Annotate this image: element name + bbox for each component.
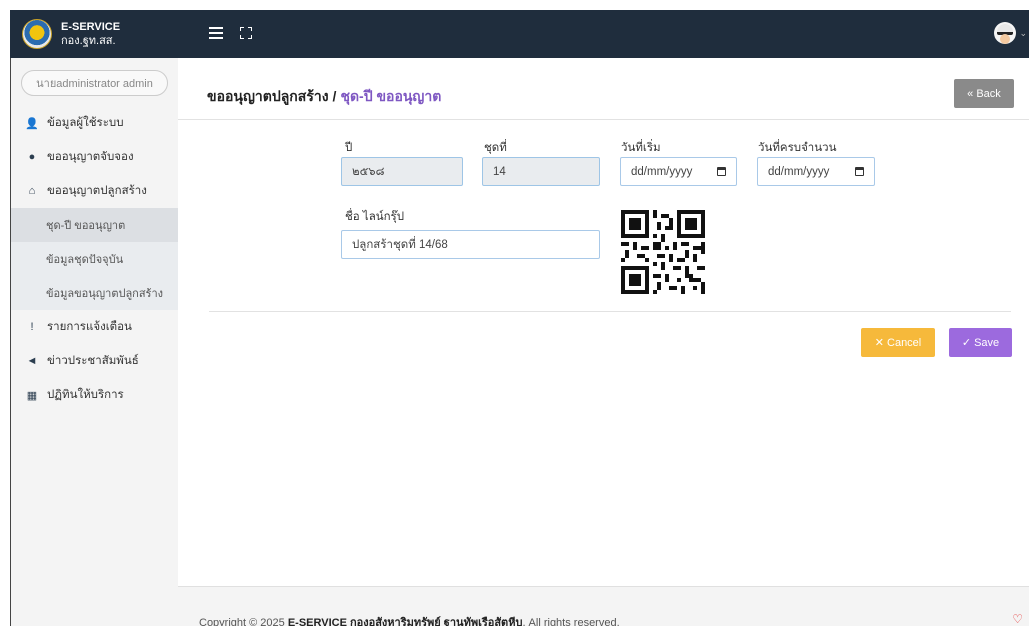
calendar-icon: ▦ bbox=[26, 389, 38, 402]
page-header: ขออนุญาตปลูกสร้าง / ชุด-ปี ขออนุญาต « Back bbox=[178, 58, 1029, 120]
calendar-icon[interactable] bbox=[717, 167, 726, 176]
line-group-input[interactable]: ปลูกสร้าชุดที่ 14/68 bbox=[341, 230, 600, 259]
cancel-button[interactable]: ✕ Cancel bbox=[861, 328, 935, 357]
footer-brand: E-SERVICE กองอสังหาริมทรัพย์ ฐานทัพเรือส… bbox=[287, 617, 523, 626]
line-group-label: ชื่อ ไลน์กรุ๊ป bbox=[345, 211, 405, 223]
breadcrumb-current: ชุด-ปี ขออนุญาต bbox=[340, 88, 442, 104]
brand[interactable]: E-SERVICE กอง.ฐท.สส. bbox=[10, 10, 178, 58]
breadcrumb-parent: ขออนุญาตปลูกสร้าง bbox=[207, 88, 329, 104]
sidebar: นายadministrator admin 👤 ข้อมูลผู้ใช้ระบ… bbox=[10, 58, 178, 626]
sidebar-item-user-info[interactable]: 👤 ข้อมูลผู้ใช้ระบบ bbox=[11, 106, 178, 140]
set-number-label: ชุดที่ bbox=[484, 142, 507, 154]
heart-icon: ♡ bbox=[1012, 612, 1023, 626]
hamburger-menu-icon[interactable] bbox=[209, 27, 223, 39]
sidebar-item-label: รายการแจ้งเตือน bbox=[47, 321, 132, 333]
bullhorn-icon: ◄ bbox=[26, 355, 38, 367]
sidebar-subitem-set-year[interactable]: ชุด-ปี ขออนุญาต bbox=[11, 208, 178, 242]
end-date-input[interactable]: dd/mm/yyyy bbox=[757, 157, 875, 186]
footer: Copyright © 2025 E-SERVICE กองอสังหาริมท… bbox=[178, 586, 1029, 626]
calendar-icon[interactable] bbox=[855, 167, 864, 176]
map-marker-icon: ● bbox=[28, 151, 36, 163]
sidebar-item-label: ขออนุญาตจับจอง bbox=[47, 151, 134, 163]
year-field[interactable]: ๒๕๖๘ bbox=[341, 157, 463, 186]
sidebar-item-construction[interactable]: ⌂ ขออนุญาตปลูกสร้าง bbox=[11, 174, 178, 208]
page-title: ขออนุญาตปลูกสร้าง / ชุด-ปี ขออนุญาต bbox=[207, 86, 441, 108]
brand-subtitle: กอง.ฐท.สส. bbox=[61, 35, 116, 47]
year-label: ปี bbox=[345, 142, 353, 154]
chevron-down-icon: ⌄ bbox=[1019, 27, 1027, 38]
user-menu[interactable]: ⌄ bbox=[994, 22, 1027, 44]
exclamation-circle-icon: ! bbox=[30, 321, 34, 333]
sidebar-subitem-current-set[interactable]: ข้อมูลชุดปัจจุบัน bbox=[11, 242, 178, 276]
sidebar-subitem-construction-data[interactable]: ข้อมูลขอนุญาตปลูกสร้าง bbox=[11, 276, 178, 310]
brand-logo bbox=[22, 19, 52, 49]
sidebar-submenu: ชุด-ปี ขออนุญาต ข้อมูลชุดปัจจุบัน ข้อมูล… bbox=[11, 208, 178, 310]
sidebar-item-label: ปฏิทินให้บริการ bbox=[47, 389, 124, 401]
save-button[interactable]: ✓ Save bbox=[949, 328, 1012, 357]
end-date-placeholder: dd/mm/yyyy bbox=[768, 165, 830, 178]
main-content: ขออนุญาตปลูกสร้าง / ชุด-ปี ขออนุญาต « Back… bbox=[178, 58, 1029, 626]
breadcrumb-separator: / bbox=[332, 88, 337, 104]
sidebar-item-label: ข่าวประชาสัมพันธ์ bbox=[47, 355, 139, 367]
form-divider bbox=[209, 311, 1011, 312]
end-date-label: วันที่ครบจำนวน bbox=[758, 142, 837, 154]
user-avatar-icon bbox=[994, 22, 1017, 44]
qr-code-image bbox=[621, 210, 705, 294]
start-date-placeholder: dd/mm/yyyy bbox=[631, 165, 693, 178]
top-navbar: E-SERVICE กอง.ฐท.สส. ⌄ bbox=[10, 10, 1029, 58]
footer-copyright: Copyright © 2025 E-SERVICE กองอสังหาริมท… bbox=[199, 613, 620, 626]
sidebar-item-label: ข้อมูลผู้ใช้ระบบ bbox=[47, 117, 124, 129]
user-name-badge[interactable]: นายadministrator admin bbox=[21, 70, 168, 96]
sidebar-item-notifications[interactable]: ! รายการแจ้งเตือน bbox=[11, 310, 178, 344]
home-icon: ⌂ bbox=[28, 185, 36, 197]
sidebar-item-reserve[interactable]: ● ขออนุญาตจับจอง bbox=[11, 140, 178, 174]
fullscreen-icon[interactable] bbox=[240, 27, 252, 39]
set-number-field[interactable]: 14 bbox=[482, 157, 600, 186]
sidebar-item-news[interactable]: ◄ ข่าวประชาสัมพันธ์ bbox=[11, 344, 178, 378]
sidebar-item-calendar[interactable]: ▦ ปฏิทินให้บริการ bbox=[11, 378, 178, 412]
user-tie-icon: 👤 bbox=[25, 117, 39, 130]
back-button[interactable]: « Back bbox=[954, 79, 1014, 108]
start-date-input[interactable]: dd/mm/yyyy bbox=[620, 157, 737, 186]
brand-title: E-SERVICE bbox=[61, 21, 121, 33]
start-date-label: วันที่เริ่ม bbox=[621, 142, 661, 154]
sidebar-item-label: ขออนุญาตปลูกสร้าง bbox=[47, 185, 147, 197]
